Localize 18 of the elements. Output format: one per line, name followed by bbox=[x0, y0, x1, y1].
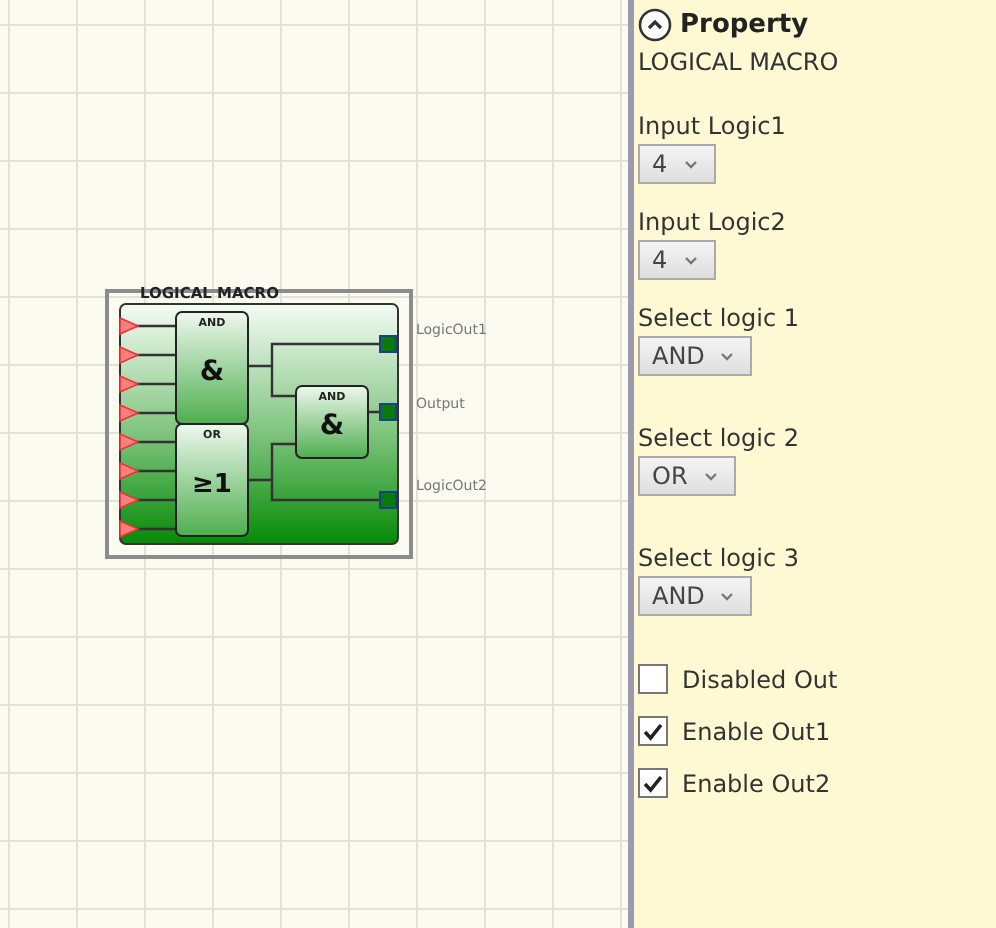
checkbox-label: Enable Out1 bbox=[682, 717, 831, 745]
field-label: Select logic 1 bbox=[638, 304, 802, 332]
panel-title: Property bbox=[680, 10, 809, 40]
gate-symbol: ≥1 bbox=[192, 470, 232, 500]
gate-symbol: & bbox=[199, 356, 225, 388]
checkbox-label: Enable Out2 bbox=[682, 769, 831, 797]
dropdown[interactable]: AND bbox=[638, 576, 753, 616]
dropdown[interactable]: 4 bbox=[638, 240, 716, 280]
field-label: Input Logic2 bbox=[638, 208, 788, 236]
field-label: Select logic 3 bbox=[638, 544, 802, 572]
checkbox-label: Disabled Out bbox=[682, 665, 838, 693]
field-label: Select logic 2 bbox=[638, 424, 802, 452]
field-label: Input Logic1 bbox=[638, 112, 788, 140]
dropdown[interactable]: 4 bbox=[638, 144, 716, 184]
dropdown[interactable]: AND bbox=[638, 336, 753, 376]
component-name: LOGICAL MACRO bbox=[638, 48, 841, 76]
dropdown[interactable]: OR bbox=[638, 456, 736, 496]
gate-symbol: & bbox=[319, 410, 345, 442]
